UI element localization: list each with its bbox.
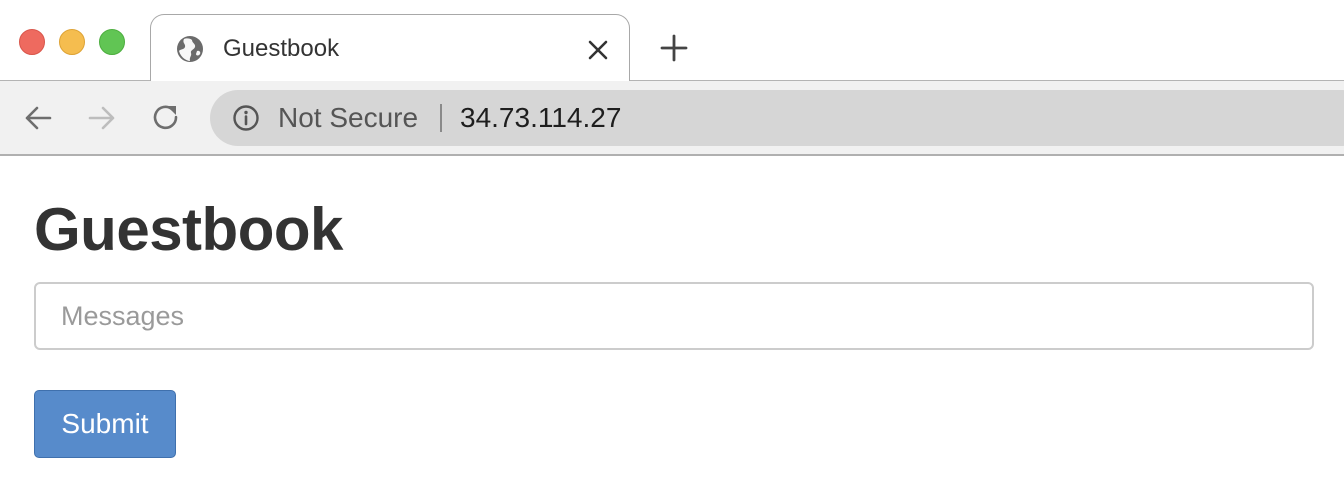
message-input[interactable] (34, 282, 1314, 350)
address-divider (440, 104, 442, 132)
tab-title: Guestbook (223, 35, 340, 62)
close-icon[interactable] (585, 37, 611, 63)
browser-toolbar: Not Secure 34.73.114.27 (0, 81, 1344, 155)
arrow-right-icon[interactable] (86, 102, 118, 134)
page-title: Guestbook (34, 196, 343, 263)
window-minimize-button[interactable] (59, 29, 85, 55)
window-maximize-button[interactable] (99, 29, 125, 55)
security-status: Not Secure (278, 102, 419, 133)
submit-button[interactable]: Submit (34, 390, 176, 458)
window-close-button[interactable] (19, 29, 45, 55)
url-text[interactable]: 34.73.114.27 (460, 102, 621, 134)
info-icon[interactable] (232, 104, 260, 132)
tab-strip: Guestbook (0, 0, 1344, 82)
reload-icon[interactable] (150, 102, 182, 134)
globe-icon (175, 34, 205, 64)
address-bar[interactable]: Not Secure 34.73.114.27 (210, 90, 1344, 146)
arrow-left-icon[interactable] (22, 102, 54, 134)
browser-tab[interactable]: Guestbook (150, 14, 630, 82)
plus-icon[interactable] (658, 32, 690, 64)
toolbar-divider (0, 154, 1344, 156)
